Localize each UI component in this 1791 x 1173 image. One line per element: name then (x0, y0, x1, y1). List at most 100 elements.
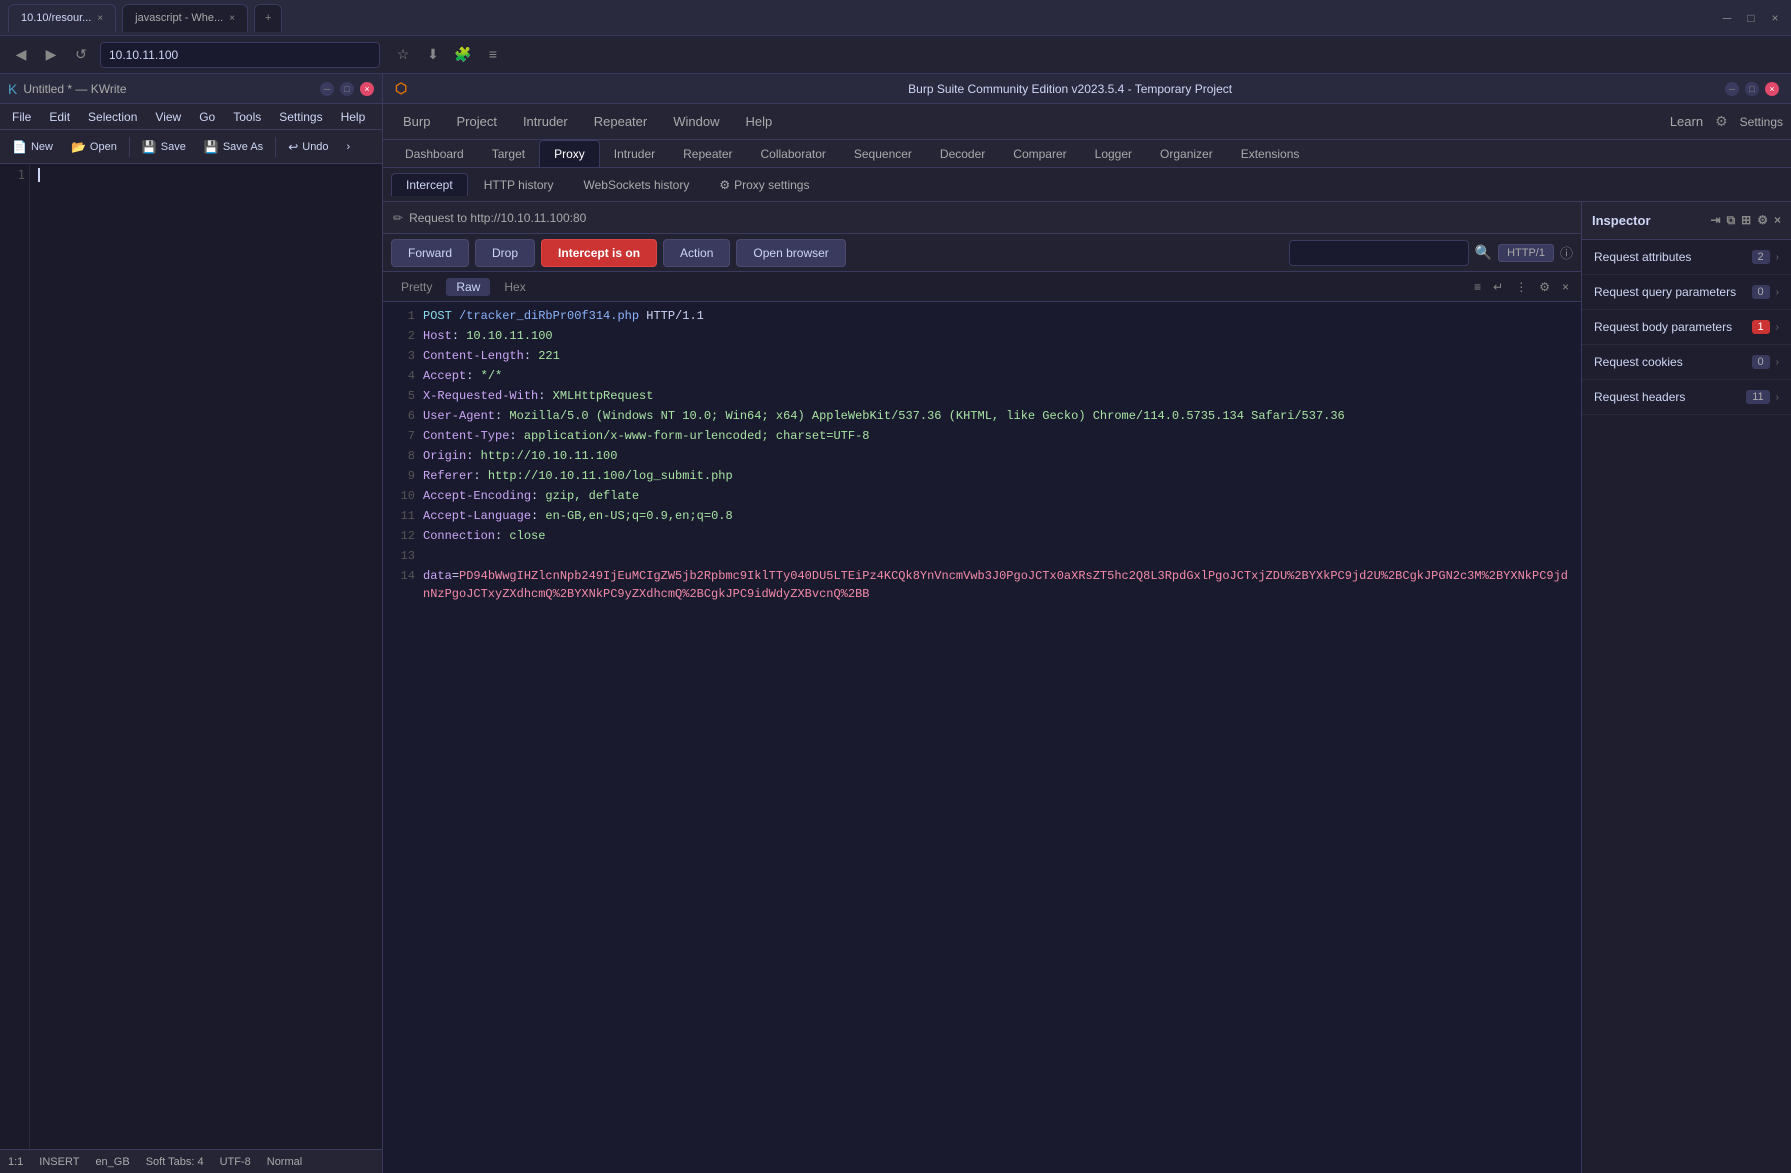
line-number: 1 (391, 307, 415, 325)
tab-collaborator[interactable]: Collaborator (747, 141, 840, 167)
inspector-close-icon[interactable]: × (1774, 213, 1781, 228)
tab-organizer[interactable]: Organizer (1146, 141, 1227, 167)
line-number: 7 (391, 427, 415, 445)
download-button[interactable]: ⬇ (422, 46, 444, 63)
menu-tools[interactable]: Tools (225, 108, 269, 126)
tab-dashboard[interactable]: Dashboard (391, 141, 478, 167)
tab-logger[interactable]: Logger (1081, 141, 1146, 167)
burp-maximize[interactable]: □ (1745, 82, 1759, 96)
back-button[interactable]: ◀ (10, 46, 32, 63)
nav-burp[interactable]: Burp (391, 110, 442, 133)
burp-close[interactable]: × (1765, 82, 1779, 96)
forward-button[interactable]: ▶ (40, 46, 62, 63)
wrap-icon[interactable]: ↵ (1489, 278, 1507, 296)
more-button[interactable]: › (339, 134, 359, 160)
intercept-toggle[interactable]: Intercept is on (541, 239, 657, 267)
nav-intruder-menu[interactable]: Intruder (511, 110, 580, 133)
view-tab-hex[interactable]: Hex (494, 278, 535, 296)
drop-button[interactable]: Drop (475, 239, 535, 267)
inspector-item[interactable]: Request attributes2› (1582, 240, 1791, 275)
kwrite-close[interactable]: × (360, 82, 374, 96)
tab2-close[interactable]: × (229, 13, 235, 24)
extensions-button[interactable]: 🧩 (452, 46, 474, 63)
tab-decoder[interactable]: Decoder (926, 141, 999, 167)
open-browser-button[interactable]: Open browser (736, 239, 845, 267)
tab-extensions[interactable]: Extensions (1227, 141, 1314, 167)
nav-window[interactable]: Window (661, 110, 731, 133)
open-button[interactable]: 📂 Open (63, 134, 125, 160)
menu-selection[interactable]: Selection (80, 108, 145, 126)
inspector-item[interactable]: Request body parameters1› (1582, 310, 1791, 345)
line-numbers: 1 (0, 164, 30, 1149)
proxy-tab-websockets[interactable]: WebSockets history (570, 174, 704, 196)
search-input[interactable] (1289, 240, 1469, 266)
list-view-icon[interactable]: ≡ (1470, 278, 1485, 296)
nav-project[interactable]: Project (444, 110, 508, 133)
menu-edit[interactable]: Edit (41, 108, 78, 126)
settings-icon[interactable]: ⚙ (1715, 113, 1728, 130)
burp-minimize[interactable]: ─ (1725, 82, 1739, 96)
menu-button[interactable]: ≡ (482, 46, 504, 63)
view-tab-pretty[interactable]: Pretty (391, 278, 442, 296)
nav-learn[interactable]: Learn (1670, 114, 1703, 129)
close-view-icon[interactable]: × (1558, 278, 1573, 296)
nav-repeater-menu[interactable]: Repeater (582, 110, 659, 133)
save-icon: 💾 (142, 140, 157, 154)
browser-tab-2[interactable]: javascript - Whe... × (122, 4, 248, 32)
kwrite-minimize[interactable]: ─ (320, 82, 334, 96)
save-as-button[interactable]: 💾 Save As (196, 134, 271, 160)
nav-help[interactable]: Help (733, 110, 784, 133)
settings-text[interactable]: Settings (1740, 115, 1783, 129)
editor-textarea[interactable] (30, 164, 382, 1149)
line-number: 5 (391, 387, 415, 405)
tab-repeater[interactable]: Repeater (669, 141, 746, 167)
line-text: Accept: */* (423, 367, 1573, 385)
info-icon[interactable]: ⓘ (1560, 243, 1573, 262)
line-number: 6 (391, 407, 415, 425)
reload-button[interactable]: ↺ (70, 46, 92, 63)
cursor-line (38, 168, 374, 182)
forward-button[interactable]: Forward (391, 239, 469, 267)
inspector-settings-icon[interactable]: ⚙ (1757, 213, 1768, 228)
more-view-icon[interactable]: ⋮ (1511, 278, 1531, 296)
tab-comparer[interactable]: Comparer (999, 141, 1080, 167)
proxy-tab-intercept[interactable]: Intercept (391, 173, 468, 196)
inspector-item[interactable]: Request query parameters0› (1582, 275, 1791, 310)
http-request-content[interactable]: 1POST /tracker_diRbPr00f314.php HTTP/1.1… (383, 302, 1581, 1173)
tab-target[interactable]: Target (478, 141, 539, 167)
browser-tab-1[interactable]: 10.10/resour... × (8, 4, 116, 32)
inspector-item[interactable]: Request headers11› (1582, 380, 1791, 415)
address-bar[interactable] (100, 42, 380, 68)
gear-view-icon[interactable]: ⚙ (1535, 278, 1554, 296)
close-button[interactable]: × (1767, 10, 1783, 26)
tab-intruder[interactable]: Intruder (600, 141, 669, 167)
bookmark-button[interactable]: ☆ (392, 46, 414, 63)
undo-button[interactable]: ↩ Undo (280, 134, 336, 160)
save-button[interactable]: 💾 Save (134, 134, 194, 160)
inspector-item-label: Request cookies (1594, 355, 1752, 369)
new-tab-button[interactable]: + (254, 4, 282, 32)
search-color-icon[interactable]: 🔍 (1475, 244, 1492, 261)
inspector-item[interactable]: Request cookies0› (1582, 345, 1791, 380)
tab-sequencer[interactable]: Sequencer (840, 141, 926, 167)
menu-go[interactable]: Go (191, 108, 223, 126)
tab1-close[interactable]: × (97, 13, 103, 24)
menu-help[interactable]: Help (333, 108, 374, 126)
proxy-tab-http-history[interactable]: HTTP history (470, 174, 568, 196)
kwrite-logo-icon: K (8, 81, 17, 97)
http-line: 13 (383, 546, 1581, 566)
inspector-align-icon[interactable]: ⊞ (1741, 213, 1751, 228)
menu-file[interactable]: File (4, 108, 39, 126)
view-tab-raw[interactable]: Raw (446, 278, 490, 296)
restore-button[interactable]: □ (1743, 10, 1759, 26)
menu-view[interactable]: View (147, 108, 189, 126)
tab-proxy[interactable]: Proxy (539, 140, 600, 167)
new-button[interactable]: 📄 New (4, 134, 61, 160)
inspector-expand-icon[interactable]: ⇥ (1711, 213, 1721, 228)
menu-settings[interactable]: Settings (271, 108, 330, 126)
minimize-button[interactable]: ─ (1719, 10, 1735, 26)
action-button[interactable]: Action (663, 239, 730, 267)
proxy-tab-settings[interactable]: ⚙ Proxy settings (705, 174, 823, 196)
inspector-split-icon[interactable]: ⧉ (1727, 213, 1736, 228)
kwrite-maximize[interactable]: □ (340, 82, 354, 96)
